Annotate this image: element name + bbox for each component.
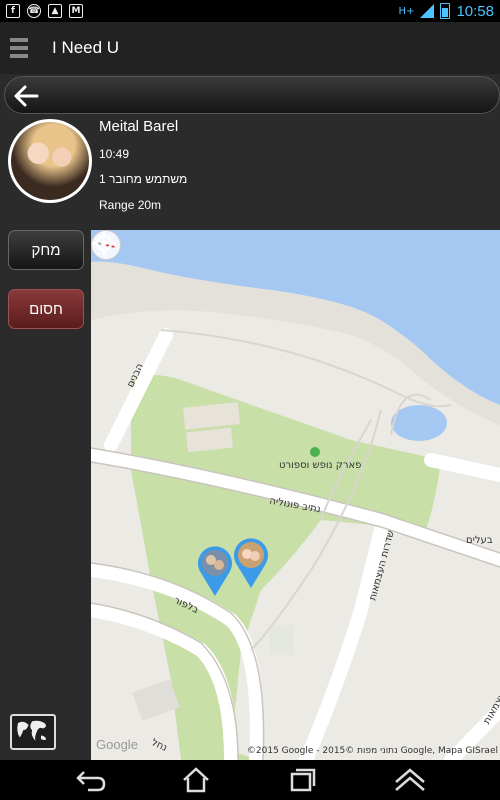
profile-time: 10:49 — [99, 147, 130, 161]
gmail-icon: M — [69, 4, 83, 18]
back-arrow-icon[interactable] — [13, 85, 39, 107]
profile-header: Meital Barel 10:49 1 משתמש מחובר Range 2… — [0, 116, 500, 230]
recent-apps-icon[interactable] — [282, 766, 322, 794]
street-label: בעלים — [466, 535, 493, 546]
status-time: 10:58 — [456, 2, 494, 20]
user-location-pin[interactable] — [233, 537, 269, 589]
avatar — [8, 119, 92, 203]
app-screen: f ☎ ▲ M H+ 10:58 I Need U Meital Barel 1… — [0, 0, 500, 800]
navigation-bar — [0, 760, 500, 800]
field-patch — [269, 625, 293, 655]
range-label: Range 20m — [99, 198, 162, 212]
signal-type: H+ — [398, 5, 415, 17]
map-attribution: ©2015 Google - נתוני מפות ©2015 Google, … — [246, 746, 498, 756]
block-button[interactable]: חסום — [8, 289, 84, 329]
connected-users-count: 1 משתמש מחובר — [99, 172, 188, 186]
app-title: I Need U — [52, 38, 120, 57]
gallery-icon: ▲ — [48, 4, 62, 18]
status-bar: f ☎ ▲ M H+ 10:58 — [0, 0, 500, 22]
battery-icon — [440, 3, 451, 19]
back-bar — [0, 74, 500, 116]
side-panel: מחק חסום — [0, 230, 91, 760]
profile-name: Meital Barel — [99, 118, 179, 135]
user-location-pin[interactable] — [197, 545, 233, 597]
action-bar: I Need U — [0, 22, 500, 74]
map-canvas — [91, 230, 500, 760]
signal-icon — [420, 4, 435, 18]
google-logo: Google — [96, 737, 138, 752]
park-label: פארק נופש וספורט — [279, 460, 362, 471]
my-location-icon[interactable] — [91, 230, 117, 256]
home-nav-icon[interactable] — [176, 766, 216, 794]
pond — [391, 405, 447, 441]
menu-icon[interactable] — [10, 36, 28, 60]
facebook-icon: f — [6, 4, 20, 18]
back-bar-pill[interactable] — [4, 76, 500, 114]
menu-up-icon[interactable] — [390, 766, 430, 794]
map-view[interactable]: פארק נופש וספורט נתיב פונוליה שדרות העצמ… — [91, 230, 500, 760]
world-map-icon[interactable] — [10, 714, 56, 750]
park-marker — [310, 447, 320, 457]
delete-button[interactable]: מחק — [8, 230, 84, 270]
back-nav-icon[interactable] — [72, 766, 112, 794]
whatsapp-icon: ☎ — [27, 4, 41, 18]
